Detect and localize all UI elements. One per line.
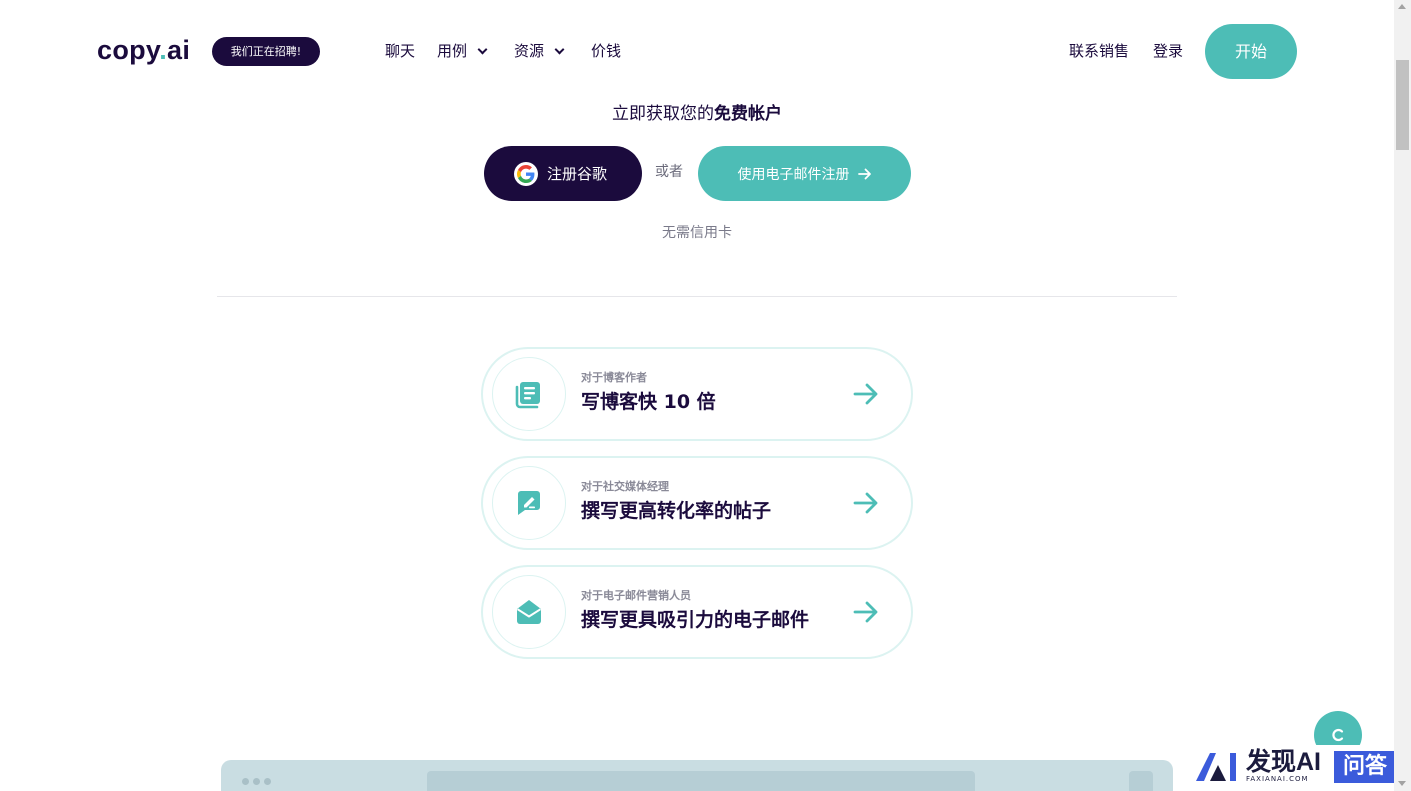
card-subtitle: 对于社交媒体经理 — [581, 480, 669, 493]
app-preview-window — [221, 760, 1173, 791]
card-social-media[interactable]: 对于社交媒体经理 撰写更高转化率的帖子 — [481, 456, 913, 550]
nav-resources[interactable]: 资源 — [514, 40, 565, 62]
card-subtitle: 对于博客作者 — [581, 371, 647, 384]
section-divider — [217, 296, 1177, 297]
scroll-down-icon[interactable] — [1398, 781, 1406, 786]
card-title: 撰写更具吸引力的电子邮件 — [581, 609, 810, 631]
card-email-marketers[interactable]: 对于电子邮件营销人员 撰写更具吸引力的电子邮件 — [481, 565, 913, 659]
signup-title: 立即获取您的免费帐户 — [0, 102, 1394, 126]
card-title: 撰写更高转化率的帖子 — [581, 500, 772, 522]
card-icon-container — [492, 575, 566, 649]
chat-icon — [1332, 728, 1344, 742]
card-bloggers[interactable]: 对于博客作者 写博客快 10 倍 — [481, 347, 913, 441]
document-icon — [515, 382, 540, 409]
start-button[interactable]: 开始 — [1205, 24, 1297, 79]
contact-sales-link[interactable]: 联系销售 — [1069, 40, 1129, 62]
arrow-right-icon — [853, 383, 878, 405]
copy-ai-logo[interactable]: copy.ai — [97, 33, 190, 67]
nav-use-cases[interactable]: 用例 — [437, 40, 488, 62]
logo-main: copy — [97, 35, 160, 65]
or-separator: 或者 — [655, 164, 683, 180]
page-scrollbar[interactable] — [1394, 0, 1411, 791]
nav-chat-label: 聊天 — [385, 42, 416, 60]
email-signup-label: 使用电子邮件注册 — [737, 166, 850, 183]
nav-resources-label: 资源 — [514, 42, 545, 60]
preview-address-bar — [427, 771, 975, 791]
arrow-right-icon — [853, 492, 878, 514]
nav-pricing[interactable]: 价钱 — [591, 40, 621, 62]
envelope-icon — [516, 600, 542, 624]
scroll-up-icon[interactable] — [1398, 4, 1406, 9]
watermark: 发现AI FAXIANAI.COM 问答 — [1188, 745, 1406, 789]
login-link[interactable]: 登录 — [1153, 40, 1183, 62]
watermark-logo-icon — [1196, 753, 1236, 781]
hiring-badge[interactable]: 我们正在招聘! — [212, 37, 320, 66]
nav-use-cases-label: 用例 — [437, 42, 468, 60]
arrow-right-icon — [857, 168, 871, 179]
card-title: 写博客快 10 倍 — [581, 391, 716, 413]
chevron-down-icon — [554, 44, 565, 54]
card-icon-container — [492, 357, 566, 431]
window-dots — [242, 778, 271, 785]
logo-dot: . — [159, 35, 168, 65]
watermark-text: 发现AI — [1246, 748, 1322, 776]
google-icon — [514, 161, 538, 186]
no-credit-card-note: 无需信用卡 — [662, 225, 732, 241]
contact-sales-label: 联系销售 — [1069, 42, 1130, 60]
edit-message-icon — [518, 491, 540, 515]
preview-square — [1129, 771, 1153, 791]
card-icon-container — [492, 466, 566, 540]
chevron-down-icon — [477, 44, 488, 54]
login-label: 登录 — [1153, 42, 1184, 60]
nav-pricing-label: 价钱 — [591, 42, 622, 60]
nav-chat[interactable]: 聊天 — [385, 40, 415, 62]
card-subtitle: 对于电子邮件营销人员 — [581, 589, 691, 602]
signup-title-bold: 免费帐户 — [714, 104, 782, 124]
email-signup-button[interactable]: 使用电子邮件注册 — [698, 146, 911, 201]
signup-title-prefix: 立即获取您的 — [612, 104, 714, 124]
arrow-right-icon — [853, 601, 878, 623]
google-signup-label: 注册谷歌 — [547, 165, 608, 183]
google-signup-button[interactable]: 注册谷歌 — [484, 146, 642, 201]
watermark-subtext: FAXIANAI.COM — [1246, 775, 1309, 783]
watermark-badge: 问答 — [1334, 751, 1396, 783]
logo-suffix: ai — [167, 35, 191, 65]
scrollbar-thumb[interactable] — [1396, 60, 1409, 150]
